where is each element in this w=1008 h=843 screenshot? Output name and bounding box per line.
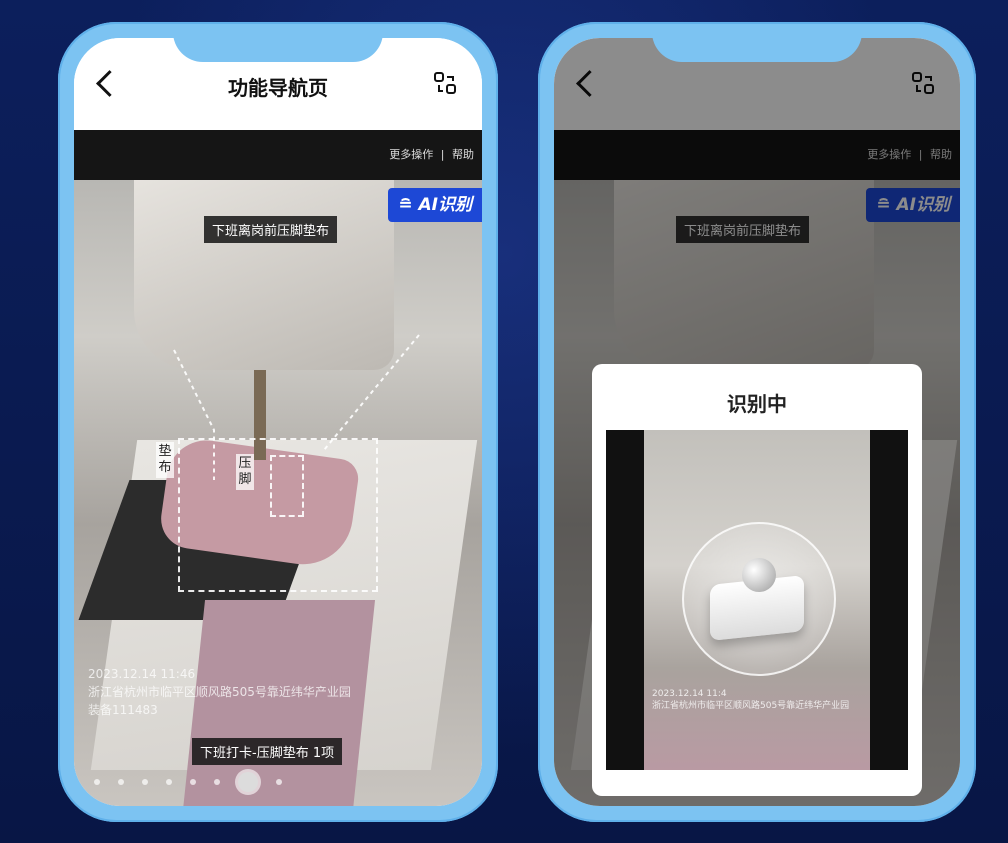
phone-notch	[652, 32, 862, 62]
more-actions-link[interactable]: 更多操作	[389, 148, 433, 161]
ai-badge-label: AI识别	[418, 195, 472, 215]
page-dot[interactable]	[214, 779, 220, 785]
task-label[interactable]: 下班打卡-压脚垫布 1项	[192, 738, 343, 765]
phone-right: 更多操作 | 帮助 下班离岗前压脚垫布 ≘ AI识别 识别中 2023.12.1…	[538, 22, 976, 822]
recognizing-modal: 识别中 2023.12.14 11:4 浙江省杭州市临平区顺风路505号靠近纬华…	[592, 364, 922, 796]
watermark-time: 2023.12.14 11:46	[88, 667, 196, 681]
modal-title: 识别中	[727, 392, 787, 416]
help-link[interactable]: 帮助	[452, 148, 474, 161]
label-cloth: 垫布	[156, 442, 174, 478]
action-links: 更多操作 | 帮助	[385, 146, 474, 162]
preview-watermark: 2023.12.14 11:4 浙江省杭州市临平区顺风路505号靠近纬华产业园	[652, 688, 849, 712]
label-presser: 压脚	[236, 454, 254, 490]
checkpoint-label: 下班离岗前压脚垫布	[204, 216, 338, 243]
preview-watermark-time: 2023.12.14 11:4	[652, 689, 727, 699]
phone-left: 功能导航页 更多操作 | 帮助 垫布 压脚 下班离岗前压脚垫布 2023.12.…	[58, 22, 498, 822]
watermark-address: 浙江省杭州市临平区顺风路505号靠近纬华产业园	[88, 685, 351, 699]
watermark-device: 装备111483	[88, 703, 158, 717]
page-dot[interactable]	[166, 779, 172, 785]
page-dot[interactable]	[142, 779, 148, 785]
phone-notch	[173, 32, 383, 62]
camera-view: 垫布 压脚 下班离岗前压脚垫布 2023.12.14 11:46 浙江省杭州市临…	[74, 180, 482, 806]
action-bar: 更多操作 | 帮助	[74, 130, 482, 180]
screen-left: 功能导航页 更多操作 | 帮助 垫布 压脚 下班离岗前压脚垫布 2023.12.…	[74, 38, 482, 806]
photo-preview: 2023.12.14 11:4 浙江省杭州市临平区顺风路505号靠近纬华产业园	[606, 430, 908, 770]
page-title: 功能导航页	[228, 76, 328, 100]
page-dot[interactable]	[118, 779, 124, 785]
page-dot[interactable]	[190, 779, 196, 785]
scan-icon[interactable]	[432, 70, 458, 96]
page-dot[interactable]	[94, 779, 100, 785]
page-dots	[94, 772, 282, 792]
ai-recognize-button[interactable]: ≘ AI识别	[388, 188, 482, 222]
shutter-button[interactable]	[238, 772, 258, 792]
preview-watermark-address: 浙江省杭州市临平区顺风路505号靠近纬华产业园	[652, 701, 850, 711]
presser-detection-box	[270, 455, 304, 517]
scanning-ball-icon	[742, 558, 776, 592]
page-dot[interactable]	[276, 779, 282, 785]
link-separator: |	[440, 148, 445, 161]
ai-icon: ≘	[398, 195, 419, 215]
screen-right: 更多操作 | 帮助 下班离岗前压脚垫布 ≘ AI识别 识别中 2023.12.1…	[554, 38, 960, 806]
